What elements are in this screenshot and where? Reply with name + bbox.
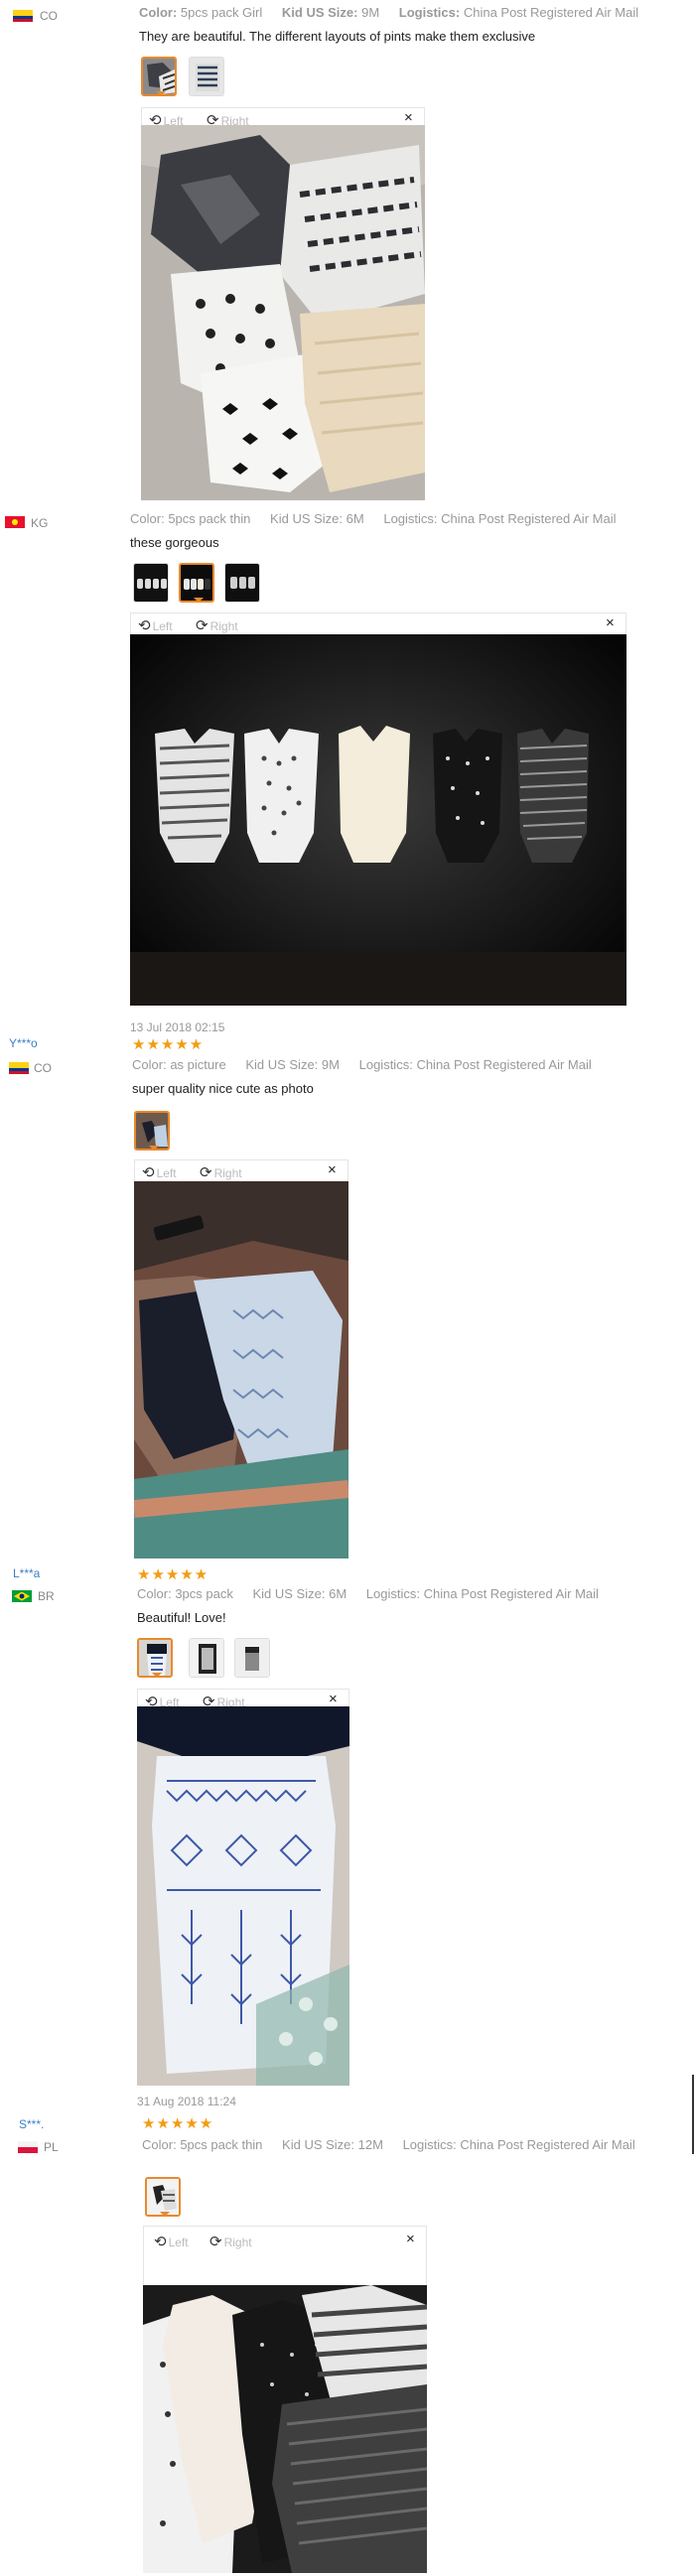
review-comment: these gorgeous <box>130 535 219 550</box>
rotate-left-icon: ⟲ <box>154 2234 167 2250</box>
review-comment: They are beautiful. The different layout… <box>139 29 536 44</box>
close-viewer-button[interactable]: × <box>328 1161 337 1178</box>
review-photo <box>130 634 626 1006</box>
review-5: 31 Aug 2018 11:24 S***. ★★★★★ PL Color: … <box>0 2075 695 2576</box>
rotate-right-button[interactable]: ⟳ Right <box>196 616 238 634</box>
rotate-right-icon: ⟳ <box>209 2234 222 2250</box>
review-thumbnail[interactable] <box>189 57 224 96</box>
rotate-left-button[interactable]: ⟲ Left <box>154 2233 189 2250</box>
rotate-left-icon: ⟲ <box>138 617 151 634</box>
review-thumbnail[interactable] <box>141 57 177 96</box>
close-viewer-button[interactable]: × <box>606 614 615 631</box>
review-date: 31 Aug 2018 11:24 <box>137 2095 236 2108</box>
review-2: KG Color: 5pcs pack thin Kid US Size: 6M… <box>0 506 695 1006</box>
review-attributes: Color: as picture Kid US Size: 9M Logist… <box>132 1057 592 1072</box>
review-photo <box>143 2285 427 2573</box>
review-attributes: Color: 5pcs pack thin Kid US Size: 6M Lo… <box>130 511 617 526</box>
country-code: BR <box>38 1589 55 1603</box>
review-thumbnail[interactable] <box>145 2177 181 2217</box>
review-photo <box>137 1706 349 2086</box>
rotate-right-button[interactable]: ⟳ Right <box>209 2233 252 2250</box>
review-photo <box>134 1181 348 1559</box>
rotate-left-icon: ⟲ <box>142 1164 155 1181</box>
country-code: KG <box>31 516 49 530</box>
rotate-right-button[interactable]: ⟳ Right <box>200 1163 242 1181</box>
review-1: CO Color: 5pcs pack Girl Kid US Size: 9M… <box>0 0 695 506</box>
review-comment: super quality nice cute as photo <box>132 1081 314 1096</box>
review-3: 13 Jul 2018 02:15 Y***o ★★★★★ CO Color: … <box>0 1003 695 1559</box>
flag-co-icon <box>13 10 33 22</box>
rotate-left-button[interactable]: ⟲ Left <box>138 616 173 634</box>
scrollbar-thumb[interactable] <box>692 2075 694 2154</box>
review-thumbnail[interactable] <box>134 1111 170 1151</box>
reviewer-name[interactable]: S***. <box>19 2117 44 2131</box>
country-code: CO <box>40 9 58 23</box>
review-attributes: Color: 5pcs pack Girl Kid US Size: 9M Lo… <box>139 5 639 20</box>
flag-kg-icon <box>5 516 25 528</box>
close-viewer-button[interactable]: × <box>406 2231 415 2247</box>
rotate-left-button[interactable]: ⟲ Left <box>142 1163 177 1181</box>
review-4: L***a ★★★★★ BR Color: 3pcs pack Kid US S… <box>0 1559 695 2086</box>
rating-stars: ★★★★★ <box>137 1566 209 1583</box>
review-thumbnail[interactable] <box>189 1638 224 1678</box>
rotate-right-icon: ⟳ <box>200 1164 212 1181</box>
close-viewer-button[interactable]: × <box>404 109 413 126</box>
review-thumbnail[interactable] <box>137 1638 173 1678</box>
review-comment: Beautiful! Love! <box>137 1610 226 1625</box>
country-code: CO <box>34 1061 52 1075</box>
rating-stars: ★★★★★ <box>132 1036 205 1053</box>
review-thumbnail[interactable] <box>234 1638 270 1678</box>
country-code: PL <box>44 2140 59 2154</box>
image-viewer-toolbar: ⟲ Left ⟳ Right × <box>130 612 626 634</box>
reviewer-name[interactable]: L***a <box>13 1566 40 1580</box>
review-photo <box>141 125 425 500</box>
review-attributes: Color: 5pcs pack thin Kid US Size: 12M L… <box>142 2137 635 2152</box>
review-date: 13 Jul 2018 02:15 <box>130 1020 225 1034</box>
flag-co-icon <box>9 1062 29 1074</box>
review-thumbnail[interactable] <box>224 563 260 603</box>
close-viewer-button[interactable]: × <box>329 1691 338 1707</box>
flag-pl-icon <box>18 2141 38 2153</box>
flag-br-icon <box>12 1590 32 1602</box>
reviewer-name[interactable]: Y***o <box>9 1036 38 1050</box>
review-attributes: Color: 3pcs pack Kid US Size: 6M Logisti… <box>137 1586 599 1601</box>
rating-stars: ★★★★★ <box>142 2115 214 2132</box>
review-thumbnail[interactable] <box>179 563 214 603</box>
rotate-right-icon: ⟳ <box>196 617 208 634</box>
image-viewer-toolbar: ⟲ Left ⟳ Right × <box>143 2226 427 2285</box>
review-thumbnail[interactable] <box>133 563 169 603</box>
image-viewer-toolbar: ⟲ Left ⟳ Right × <box>134 1159 348 1181</box>
